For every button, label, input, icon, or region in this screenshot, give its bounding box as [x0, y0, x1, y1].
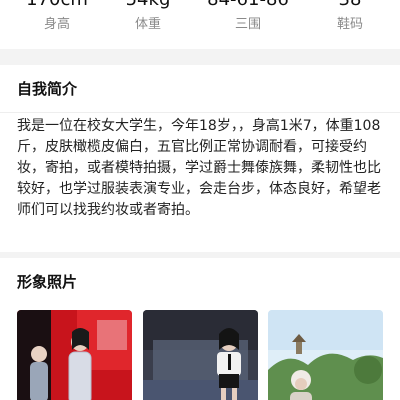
stat-value: 38	[300, 0, 400, 11]
self-intro-text: 我是一位在校女大学生，今年18岁，，身高1米7，体重108斤，皮肤橄榄皮偏白，五…	[17, 118, 381, 218]
stat-label: 鞋码	[336, 17, 363, 32]
photo-stage-red-icon	[17, 310, 132, 400]
stats-strip: 170cm 身高 54kg 体重 84-61-86 三围 38 鞋码	[0, 0, 400, 49]
stat-value: 170cm	[7, 0, 107, 11]
stat-value: 84-61-86	[198, 0, 298, 11]
self-intro-card: 自我简介 我是一位在校女大学生，今年18岁，，身高1米7，体重108斤，皮肤橄榄…	[0, 65, 400, 252]
stat-label: 身高	[43, 17, 70, 32]
photo-thumbnail[interactable]	[143, 310, 258, 400]
stat-value: 54kg	[98, 0, 198, 11]
model-profile-page: 170cm 身高 54kg 体重 84-61-86 三围 38 鞋码 自我简介 …	[0, 0, 400, 400]
photo-outdoor-icon	[268, 310, 383, 400]
photo-stage-dark-icon	[143, 310, 258, 400]
self-intro-title: 自我简介	[17, 80, 78, 98]
stat-label: 三围	[234, 17, 261, 32]
photos-title: 形象照片	[17, 273, 78, 291]
photos-card: 形象照片	[0, 258, 400, 400]
divider	[0, 112, 400, 113]
photo-thumbnail[interactable]	[268, 310, 383, 400]
photo-thumbnail[interactable]	[17, 310, 132, 400]
stat-label: 体重	[134, 17, 161, 32]
